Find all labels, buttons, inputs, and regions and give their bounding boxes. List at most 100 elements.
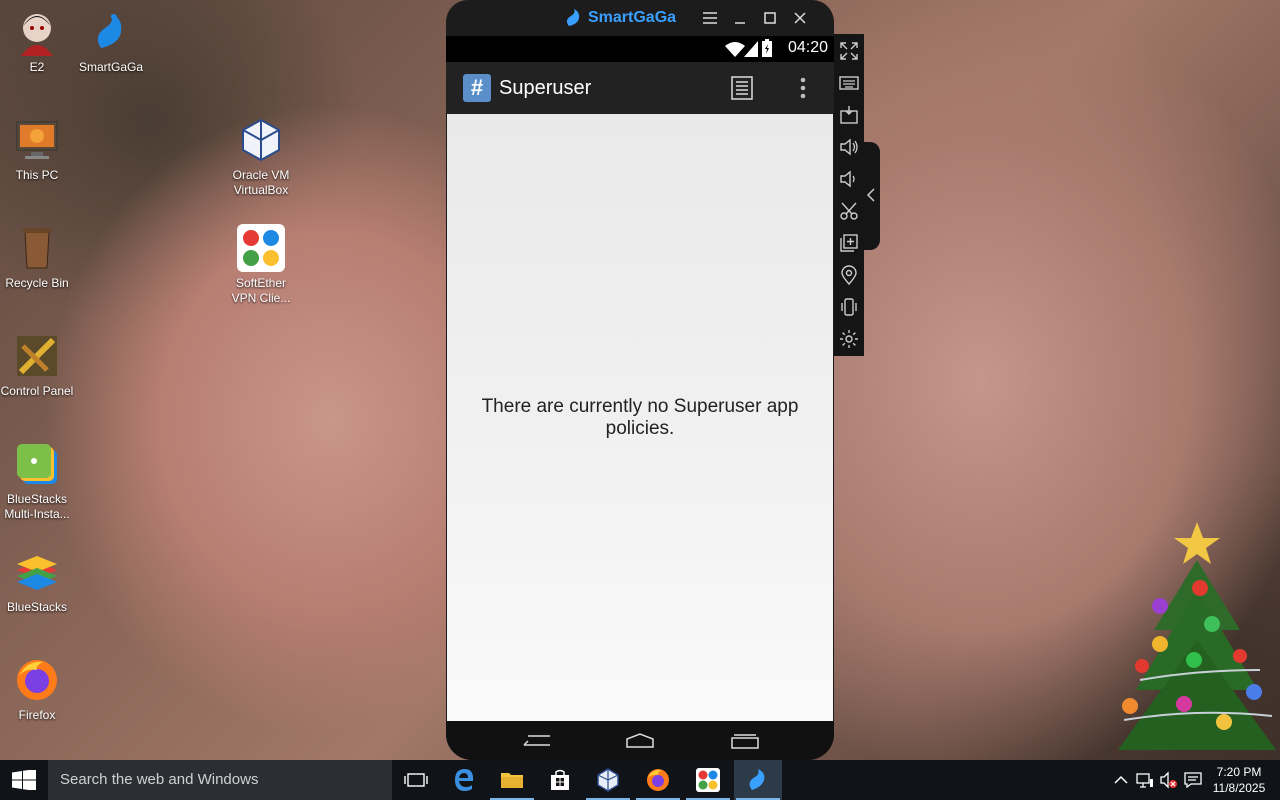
emulator-minimize-button[interactable] — [729, 8, 751, 28]
clock-date: 11/8/2025 — [1212, 781, 1266, 795]
desktop-icon-smartgaga[interactable]: SmartGaGa — [74, 8, 148, 75]
desktop-icon-e2[interactable]: E2 — [0, 8, 74, 75]
taskbar-smartgaga[interactable] — [734, 760, 782, 800]
file-explorer-icon — [501, 773, 523, 788]
nav-recents-button[interactable] — [728, 731, 762, 751]
softether-icon — [237, 224, 285, 272]
desktop-icon-softether[interactable]: SoftEther VPN Clie... — [224, 224, 298, 306]
emulator-brand-label: SmartGaGa — [588, 9, 677, 26]
task-view-icon — [404, 773, 428, 787]
close-icon — [794, 12, 806, 24]
desktop-icon-label: Control Panel — [0, 384, 74, 398]
back-icon — [523, 735, 550, 746]
recycle-bin-icon — [13, 224, 61, 272]
desktop-icon-this-pc[interactable]: This PC — [0, 116, 74, 183]
more-vert-icon — [800, 77, 806, 99]
app-action-bar: # Superuser — [446, 62, 834, 114]
start-button[interactable] — [0, 760, 48, 800]
desktop-icon-bluestacks-multi[interactable]: BlueStacks Multi-Insta... — [0, 440, 74, 522]
desktop-icon-virtualbox[interactable]: Oracle VM VirtualBox — [224, 116, 298, 198]
emulator-maximize-button[interactable] — [759, 8, 781, 28]
recents-icon — [731, 734, 759, 749]
firefox-icon — [13, 656, 61, 704]
taskbar-file-explorer[interactable] — [488, 760, 536, 800]
desktop-icon-label: SoftEther VPN Clie... — [231, 276, 291, 305]
multi-instance-icon[interactable] — [839, 233, 859, 253]
maximize-icon — [764, 12, 776, 24]
edge-icon — [455, 769, 474, 791]
taskbar-edge[interactable] — [440, 760, 488, 800]
battery-icon — [762, 39, 772, 57]
softether-icon — [696, 768, 720, 792]
desktop-icon-firefox[interactable]: Firefox — [0, 656, 74, 723]
desktop-icon-bluestacks[interactable]: BlueStacks — [0, 548, 74, 615]
shake-icon[interactable] — [839, 297, 859, 317]
windows-logo-icon — [12, 770, 36, 790]
nav-back-button[interactable] — [520, 731, 554, 751]
network-icon[interactable] — [1136, 771, 1154, 789]
smartgaga-logo-icon — [566, 9, 580, 26]
taskbar-clock[interactable]: 7:20 PM 11/8/2025 — [1206, 764, 1272, 796]
emulator-titlebar[interactable]: SmartGaGa — [446, 0, 834, 36]
apk-install-icon[interactable] — [839, 105, 859, 125]
desktop-icon-recycle-bin[interactable]: Recycle Bin — [0, 224, 74, 291]
e2-icon — [13, 8, 61, 56]
android-status-bar: 04:20 — [446, 36, 834, 62]
side-toolbar-collapse-tab[interactable] — [862, 142, 880, 250]
bluestacks-icon — [13, 548, 61, 596]
volume-muted-icon[interactable] — [1160, 771, 1178, 789]
location-icon[interactable] — [839, 265, 859, 285]
firefox-icon — [647, 769, 669, 791]
wifi-icon — [725, 42, 745, 57]
desktop-icon-label: BlueStacks Multi-Insta... — [4, 492, 70, 521]
overflow-menu-button[interactable] — [794, 76, 812, 100]
store-icon — [551, 769, 569, 790]
desktop-icon-label: BlueStacks — [6, 600, 68, 614]
empty-state-message: There are currently no Superuser app pol… — [481, 396, 799, 439]
hash-icon: # — [463, 74, 491, 102]
desktop-icon-label: Oracle VM VirtualBox — [232, 168, 290, 197]
emulator-close-button[interactable] — [789, 8, 811, 28]
this-pc-icon — [13, 116, 61, 164]
desktop-icon-label: E2 — [29, 60, 45, 74]
desktop-icon-label: Firefox — [18, 708, 56, 722]
minimize-icon — [735, 22, 745, 24]
desktop-icon-control-panel[interactable]: Control Panel — [0, 332, 74, 399]
app-title: Superuser — [499, 77, 592, 99]
status-time: 04:20 — [787, 39, 828, 56]
desktop-icon-label: SmartGaGa — [78, 60, 144, 74]
volume-down-icon[interactable] — [839, 169, 859, 189]
smartgaga-icon — [87, 8, 135, 56]
bluestacks-multi-instance-icon — [13, 440, 61, 488]
app-content: There are currently no Superuser app pol… — [447, 114, 833, 721]
emulator-menu-button[interactable] — [699, 8, 721, 28]
desktop-icon-label: Recycle Bin — [5, 276, 69, 290]
action-center-icon[interactable] — [1184, 771, 1202, 789]
show-hidden-icons-chevron-up-icon[interactable] — [1114, 773, 1128, 787]
screenshot-icon[interactable] — [839, 201, 859, 221]
signal-icon — [744, 41, 758, 57]
taskbar-virtualbox[interactable] — [584, 760, 632, 800]
virtualbox-icon — [597, 768, 619, 792]
emulator-window: SmartGaGa 04:20 # Superuser There are cu… — [446, 0, 834, 760]
taskbar-firefox[interactable] — [634, 760, 682, 800]
desktop-icon-label: This PC — [15, 168, 59, 182]
taskbar-search-box[interactable]: Search the web and Windows — [48, 760, 392, 800]
logs-button[interactable] — [731, 76, 753, 100]
taskbar-task-view[interactable] — [392, 760, 440, 800]
log-list-icon — [731, 76, 753, 100]
nav-home-button[interactable] — [623, 731, 657, 751]
taskbar-softether[interactable] — [684, 760, 732, 800]
taskbar-store[interactable] — [536, 760, 584, 800]
android-nav-bar — [446, 721, 834, 760]
chevron-left-icon — [866, 188, 875, 202]
volume-up-icon[interactable] — [839, 137, 859, 157]
clock-time: 7:20 PM — [1216, 765, 1262, 779]
windows-taskbar: Search the web and Windows 7:20 PM 11/8/… — [0, 760, 1280, 800]
fullscreen-icon[interactable] — [839, 41, 859, 61]
settings-icon[interactable] — [839, 329, 859, 349]
christmas-tree-decoration — [1100, 520, 1280, 760]
emulator-brand: SmartGaGa — [564, 8, 676, 28]
virtualbox-icon — [237, 116, 285, 164]
keyboard-icon[interactable] — [839, 73, 859, 93]
